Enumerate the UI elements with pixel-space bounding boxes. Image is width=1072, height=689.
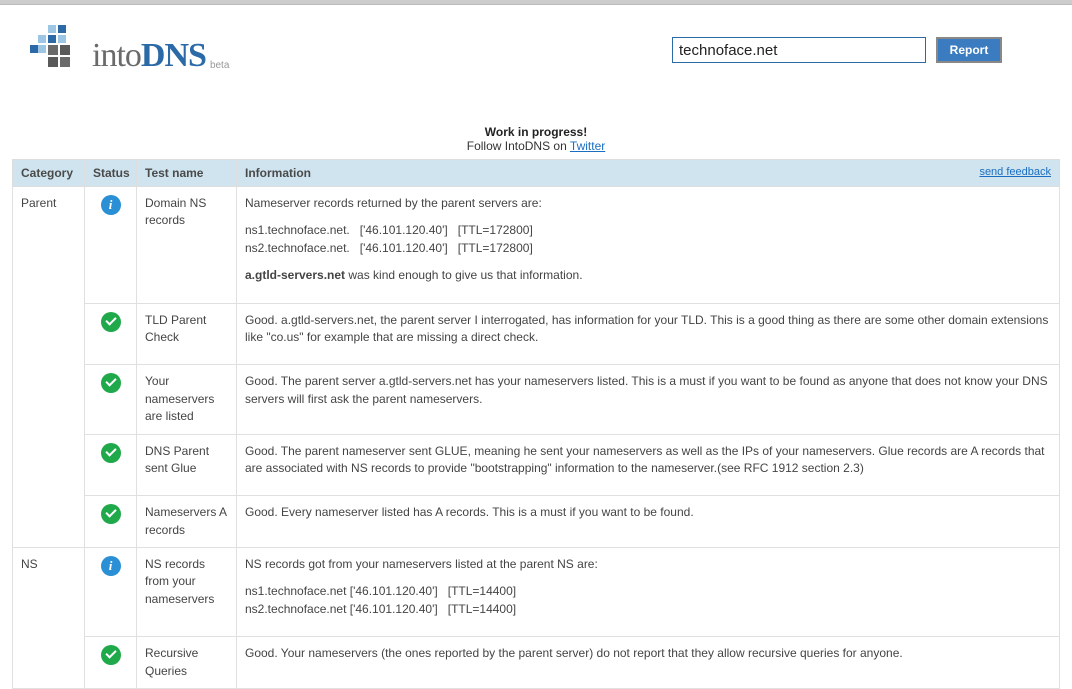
information-cell: Good. Your nameservers (the ones reporte…: [237, 637, 1060, 689]
status-cell: [85, 187, 137, 304]
information-cell: Good. The parent nameserver sent GLUE, m…: [237, 434, 1060, 496]
test-name-cell: Nameservers A records: [137, 496, 237, 548]
info-line: a.gtld-servers.net was kind enough to gi…: [245, 267, 1051, 284]
info-line: Good. Your nameservers (the ones reporte…: [245, 645, 1051, 662]
check-icon: [101, 443, 121, 463]
info-line: ns1.technoface.net ['46.101.120.40'] [TT…: [245, 583, 1051, 618]
send-feedback-link[interactable]: send feedback: [979, 166, 1051, 178]
status-cell: [85, 303, 137, 365]
info-line: ns1.technoface.net. ['46.101.120.40'] [T…: [245, 222, 1051, 257]
check-icon: [101, 645, 121, 665]
check-icon: [101, 312, 121, 332]
work-in-progress-notice: Work in progress! Follow IntoDNS on Twit…: [0, 125, 1072, 153]
info-icon: [101, 195, 121, 215]
col-information: Information send feedback: [237, 160, 1060, 187]
report-button[interactable]: Report: [936, 37, 1002, 63]
check-icon: [101, 373, 121, 393]
information-cell: Good. Every nameserver listed has A reco…: [237, 496, 1060, 548]
results-table: Category Status Test name Information se…: [12, 159, 1060, 689]
search-form: Report: [672, 37, 1002, 63]
info-line: Good. a.gtld-servers.net, the parent ser…: [245, 312, 1051, 347]
table-row: NSNS records from your nameserversNS rec…: [13, 548, 1060, 637]
twitter-link[interactable]: Twitter: [570, 139, 605, 153]
test-name-cell: Your nameservers are listed: [137, 365, 237, 434]
info-line: Good. The parent nameserver sent GLUE, m…: [245, 443, 1051, 478]
status-cell: [85, 548, 137, 637]
check-icon: [101, 504, 121, 524]
info-line: Good. Every nameserver listed has A reco…: [245, 504, 1051, 521]
test-name-cell: NS records from your nameservers: [137, 548, 237, 637]
information-cell: NS records got from your nameservers lis…: [237, 548, 1060, 637]
table-row: Nameservers A records Good. Every nameser…: [13, 496, 1060, 548]
col-status: Status: [85, 160, 137, 187]
information-cell: Good. a.gtld-servers.net, the parent ser…: [237, 303, 1060, 365]
info-line: Nameserver records returned by the paren…: [245, 195, 1051, 212]
test-name-cell: Domain NS records: [137, 187, 237, 304]
info-line: Good. The parent server a.gtld-servers.n…: [245, 373, 1051, 408]
table-row: TLD Parent CheckGood. a.gtld-servers.net…: [13, 303, 1060, 365]
test-name-cell: Recursive Queries: [137, 637, 237, 689]
header: intoDNS beta Report: [0, 5, 1072, 85]
test-name-cell: TLD Parent Check: [137, 303, 237, 365]
info-icon: [101, 556, 121, 576]
logo-beta-label: beta: [210, 60, 229, 71]
status-cell: [85, 496, 137, 548]
category-cell: NS: [13, 548, 85, 689]
domain-input[interactable]: [672, 37, 926, 63]
status-cell: [85, 637, 137, 689]
category-cell: Parent: [13, 187, 85, 548]
logo-text: intoDNS: [92, 37, 206, 75]
col-test: Test name: [137, 160, 237, 187]
logo-mark-icon: [30, 25, 86, 75]
information-cell: Good. The parent server a.gtld-servers.n…: [237, 365, 1060, 434]
table-row: Recursive Queries Good. Your nameservers …: [13, 637, 1060, 689]
table-row: DNS Parent sent GlueGood. The parent nam…: [13, 434, 1060, 496]
status-cell: [85, 434, 137, 496]
information-cell: Nameserver records returned by the paren…: [237, 187, 1060, 304]
col-category: Category: [13, 160, 85, 187]
status-cell: [85, 365, 137, 434]
table-row: Your nameservers are listedGood. The par…: [13, 365, 1060, 434]
logo[interactable]: intoDNS beta: [30, 25, 229, 75]
test-name-cell: DNS Parent sent Glue: [137, 434, 237, 496]
info-line: NS records got from your nameservers lis…: [245, 556, 1051, 573]
table-row: ParentDomain NS recordsNameserver record…: [13, 187, 1060, 304]
